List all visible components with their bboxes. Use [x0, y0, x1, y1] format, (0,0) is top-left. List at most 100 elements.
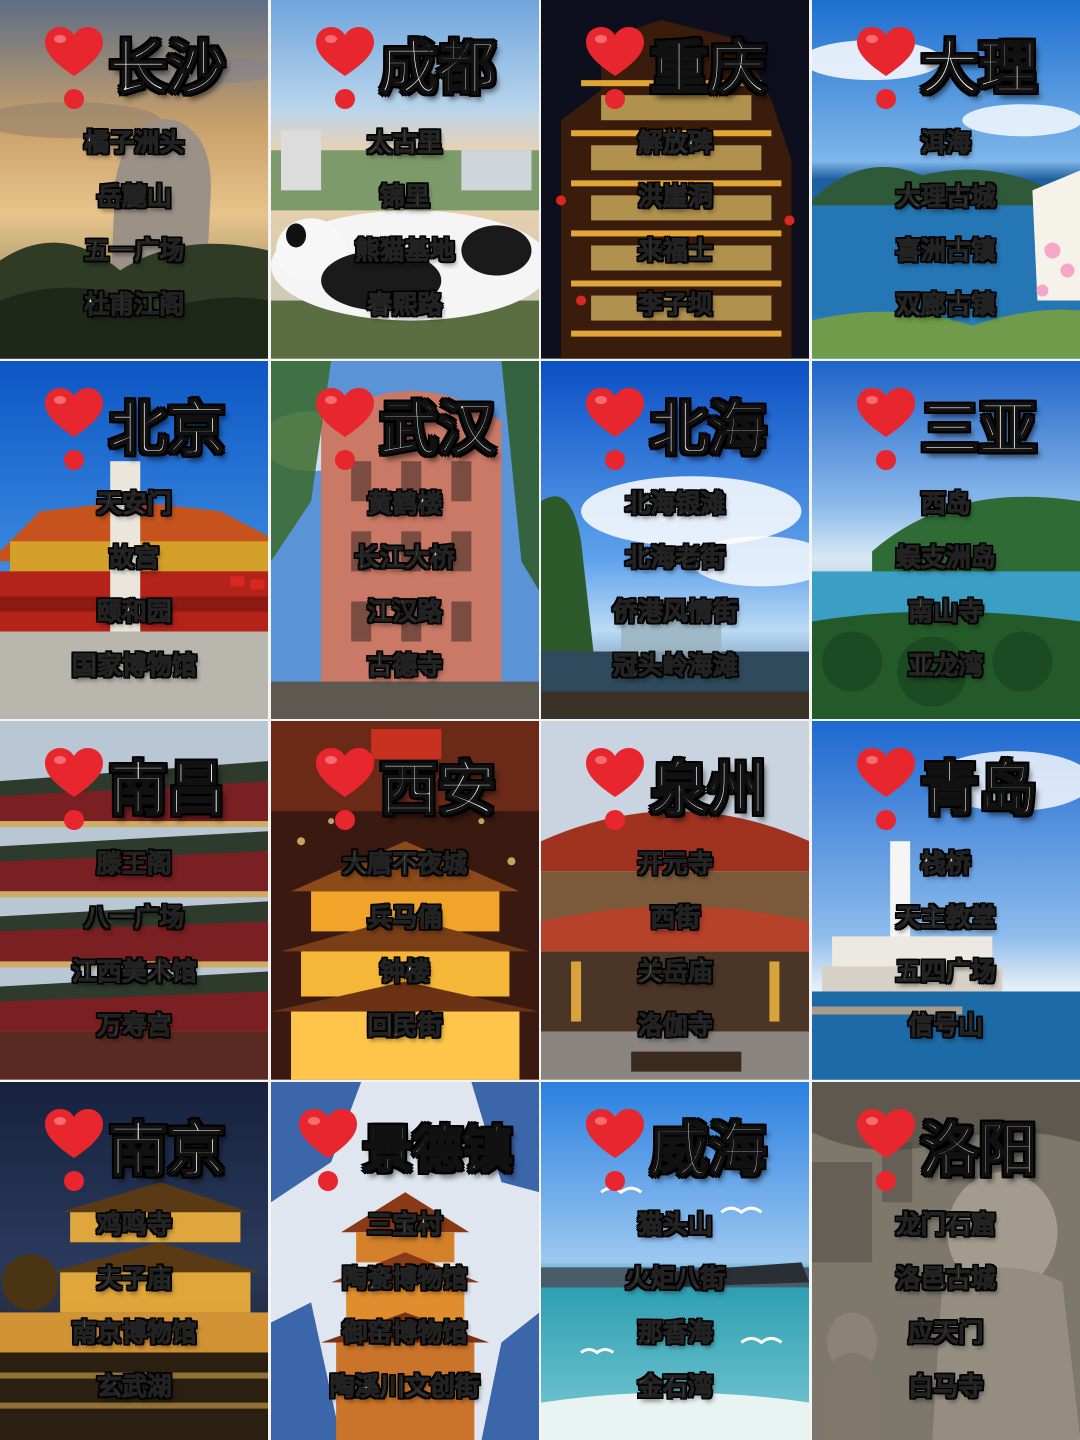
spot-item: 金石湾: [637, 1371, 713, 1401]
spot-item: 洱海: [920, 128, 971, 158]
city-name: 景德镇: [362, 1119, 514, 1179]
heart-exclamation-icon: [298, 1108, 357, 1191]
tile-title: 景德镇: [271, 1108, 540, 1192]
tile-title: 成都: [271, 26, 540, 110]
heart-exclamation-icon: [856, 748, 915, 830]
city-name: 北京: [108, 394, 226, 463]
city-tile-nanchang: 南昌 滕王阁 八一广场 江西美术馆 万寿宫: [0, 721, 269, 1080]
spot-item: 太古里: [367, 128, 443, 158]
spot-list: 滕王阁 八一广场 江西美术馆 万寿宫: [0, 847, 269, 1043]
spot-list: 三宝村 陶瓷博物馆 御窑博物馆 陶溪川文创街: [271, 1208, 540, 1404]
spot-item: 西岛: [920, 488, 971, 518]
heart-exclamation-icon: [45, 1108, 104, 1191]
tile-title: 北京: [0, 387, 269, 471]
spot-item: 冠头岭海滩: [612, 650, 738, 680]
city-tile-luoyang: 洛阳 龙门石窟 洛邑古城 应天门 白马寺: [811, 1081, 1080, 1440]
spot-item: 回民街: [367, 1011, 443, 1041]
spot-item: 五四广场: [895, 957, 996, 987]
heart-exclamation-icon: [856, 27, 915, 109]
heart-exclamation-icon: [856, 387, 915, 470]
spot-item: 天主教堂: [895, 903, 996, 933]
tile-title: 重庆: [541, 26, 810, 110]
tile-title: 南昌: [0, 747, 269, 831]
spot-list: 鸡鸣寺 夫子庙 南京博物馆 玄武湖: [0, 1208, 269, 1404]
spot-item: 古德寺: [367, 650, 443, 680]
spot-list: 北海银滩 北海老街 侨港风情街 冠头岭海滩: [541, 487, 810, 683]
spot-list: 栈桥 天主教堂 五四广场 信号山: [812, 847, 1080, 1043]
spot-item: 火炬八街: [625, 1263, 726, 1293]
spot-item: 解放碑: [637, 128, 713, 158]
spot-item: 应天门: [908, 1317, 984, 1347]
spot-item: 来福士: [637, 236, 713, 266]
tile-title: 三亚: [812, 387, 1080, 471]
city-tile-qingdao: 青岛 栈桥 天主教堂 五四广场 信号山: [811, 721, 1080, 1080]
spot-list: 黄鹤楼 长江大桥 江汉路 古德寺: [271, 487, 540, 683]
city-tile-quanzhou: 泉州 开元寺 西街 关岳庙 洛伽寺: [541, 721, 810, 1080]
spot-item: 春熙路: [367, 290, 443, 320]
spot-item: 信号山: [908, 1011, 984, 1041]
spot-list: 开元寺 西街 关岳庙 洛伽寺: [541, 847, 810, 1043]
city-tile-weihai: 威海 猫头山 火炬八街 那香海 金石湾: [541, 1081, 810, 1440]
spot-item: 鸡鸣寺: [96, 1209, 172, 1239]
tile-title: 洛阳: [812, 1108, 1080, 1192]
spot-item: 故宫: [109, 542, 160, 572]
city-name: 北海: [649, 394, 767, 463]
spot-item: 岳麓山: [96, 182, 172, 212]
city-name: 青岛: [920, 755, 1038, 823]
spot-item: 洪崖洞: [637, 182, 713, 212]
city-tile-nanjing: 南京 鸡鸣寺 夫子庙 南京博物馆 玄武湖: [0, 1081, 269, 1440]
spot-item: 蜈支洲岛: [895, 542, 996, 572]
city-grid: 长沙 橘子洲头 岳麓山 五一广场 杜甫江阁 成都 太古里 锦里 熊猫基地 春熙路…: [0, 0, 1080, 1440]
spot-item: 玄武湖: [96, 1371, 172, 1401]
spot-item: 双廊古镇: [895, 290, 996, 320]
tile-title: 大理: [812, 26, 1080, 110]
spot-item: 江西美术馆: [71, 957, 197, 987]
tile-title: 威海: [541, 1108, 810, 1192]
spot-list: 龙门石窟 洛邑古城 应天门 白马寺: [812, 1208, 1080, 1404]
tile-title: 泉州: [541, 747, 810, 831]
heart-exclamation-icon: [586, 27, 645, 109]
heart-exclamation-icon: [586, 748, 645, 830]
spot-item: 侨港风情街: [612, 596, 738, 626]
city-name: 西安: [379, 755, 497, 823]
tile-title: 南京: [0, 1108, 269, 1192]
spot-item: 兵马俑: [367, 903, 443, 933]
spot-item: 北海老街: [625, 542, 726, 572]
spot-item: 开元寺: [637, 849, 713, 879]
spot-item: 亚龙湾: [908, 650, 984, 680]
heart-exclamation-icon: [45, 387, 104, 470]
spot-item: 喜洲古镇: [895, 236, 996, 266]
city-tile-chengdu: 成都 太古里 锦里 熊猫基地 春熙路: [270, 0, 540, 359]
spot-item: 八一广场: [84, 903, 185, 933]
city-tile-dali: 大理 洱海 大理古城 喜洲古镇 双廊古镇: [811, 0, 1080, 359]
spot-item: 长江大桥: [354, 542, 455, 572]
spot-item: 五一广场: [84, 236, 185, 266]
tile-title: 北海: [541, 387, 810, 471]
spot-list: 太古里 锦里 熊猫基地 春熙路: [271, 126, 540, 322]
spot-item: 国家博物馆: [71, 650, 197, 680]
city-name: 威海: [649, 1115, 767, 1184]
spot-item: 橘子洲头: [84, 128, 185, 158]
heart-exclamation-icon: [586, 387, 645, 470]
heart-exclamation-icon: [45, 27, 104, 109]
city-tile-jingdezhen: 景德镇 三宝村 陶瓷博物馆 御窑博物馆 陶溪川文创街: [270, 1081, 540, 1440]
spot-item: 江汉路: [367, 596, 443, 626]
spot-item: 南京博物馆: [71, 1317, 197, 1347]
spot-item: 北海银滩: [625, 488, 726, 518]
heart-exclamation-icon: [315, 748, 374, 830]
spot-item: 关岳庙: [637, 957, 713, 987]
heart-exclamation-icon: [315, 27, 374, 109]
spot-item: 陶瓷博物馆: [342, 1263, 468, 1293]
spot-item: 杜甫江阁: [84, 290, 185, 320]
spot-item: 西街: [650, 903, 701, 933]
city-name: 南昌: [108, 755, 226, 823]
spot-item: 洛邑古城: [895, 1263, 996, 1293]
spot-list: 大唐不夜城 兵马俑 钟楼 回民街: [271, 847, 540, 1043]
spot-item: 李子坝: [637, 290, 713, 320]
tile-title: 西安: [271, 747, 540, 831]
heart-exclamation-icon: [315, 387, 374, 470]
spot-item: 万寿宫: [96, 1011, 172, 1041]
spot-item: 天安门: [96, 488, 172, 518]
city-tile-xian: 西安 大唐不夜城 兵马俑 钟楼 回民街: [270, 721, 540, 1080]
spot-item: 颐和园: [96, 596, 172, 626]
